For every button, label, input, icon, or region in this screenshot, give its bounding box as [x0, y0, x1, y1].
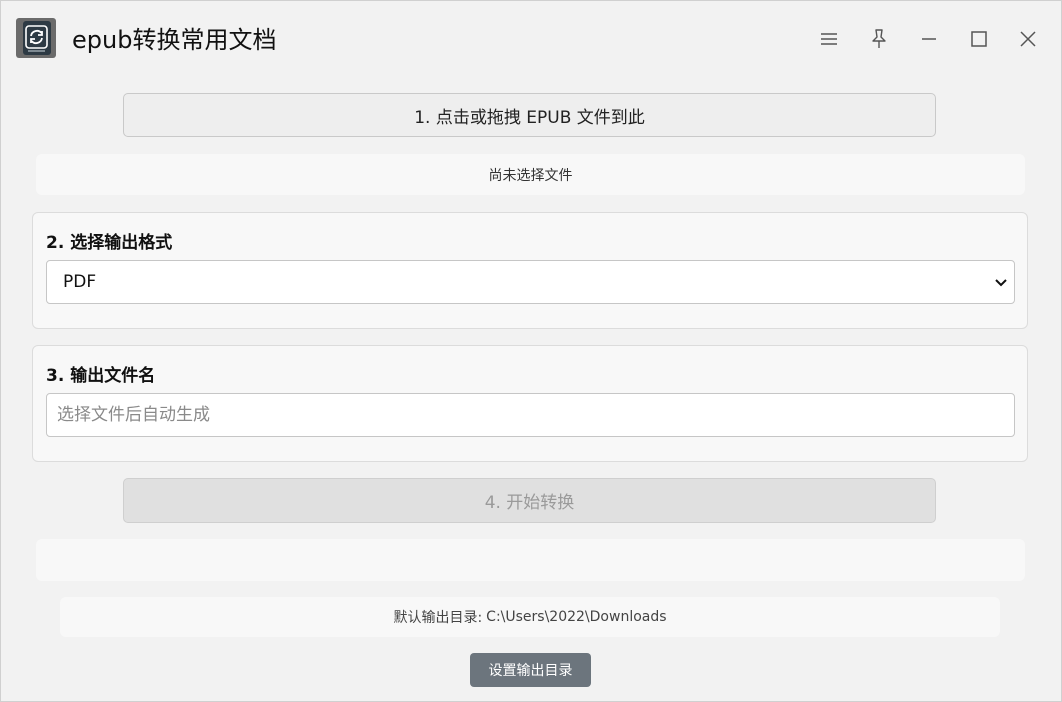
- select-epub-button[interactable]: 1. 点击或拖拽 EPUB 文件到此: [123, 93, 936, 137]
- pin-icon[interactable]: [867, 27, 891, 51]
- filename-label: 3. 输出文件名: [46, 366, 156, 386]
- title-bar: epub转换常用文档: [1, 1, 1061, 77]
- app-window: epub转换常用文档 1. 点击或拖拽 EPUB 文件到此 尚未选择文件 2. …: [0, 0, 1062, 702]
- format-card: 2. 选择输出格式 PDF: [32, 212, 1028, 329]
- progress-area: [36, 539, 1025, 581]
- filename-card: 3. 输出文件名: [32, 345, 1028, 462]
- file-status: 尚未选择文件: [36, 154, 1025, 195]
- maximize-icon[interactable]: [967, 27, 991, 51]
- set-output-dir-button[interactable]: 设置输出目录: [470, 653, 591, 687]
- format-label: 2. 选择输出格式: [46, 233, 173, 253]
- minimize-icon[interactable]: [917, 27, 941, 51]
- menu-icon[interactable]: [817, 27, 841, 51]
- refresh-arrows-icon: [25, 25, 48, 52]
- start-convert-button[interactable]: 4. 开始转换: [123, 478, 936, 523]
- close-icon[interactable]: [1016, 27, 1040, 51]
- format-select-value: PDF: [63, 272, 97, 292]
- filename-input[interactable]: [46, 393, 1015, 437]
- output-dir-label: 默认输出目录:: [393, 610, 483, 626]
- format-select[interactable]: PDF: [46, 260, 1015, 304]
- output-dir-info: 默认输出目录: C:\Users\2022\Downloads: [60, 597, 1000, 637]
- chevron-down-icon: [995, 279, 1007, 287]
- refresh-book-icon: [16, 18, 56, 58]
- output-dir-path: C:\Users\2022\Downloads: [486, 609, 667, 625]
- app-title: epub转换常用文档: [72, 26, 277, 54]
